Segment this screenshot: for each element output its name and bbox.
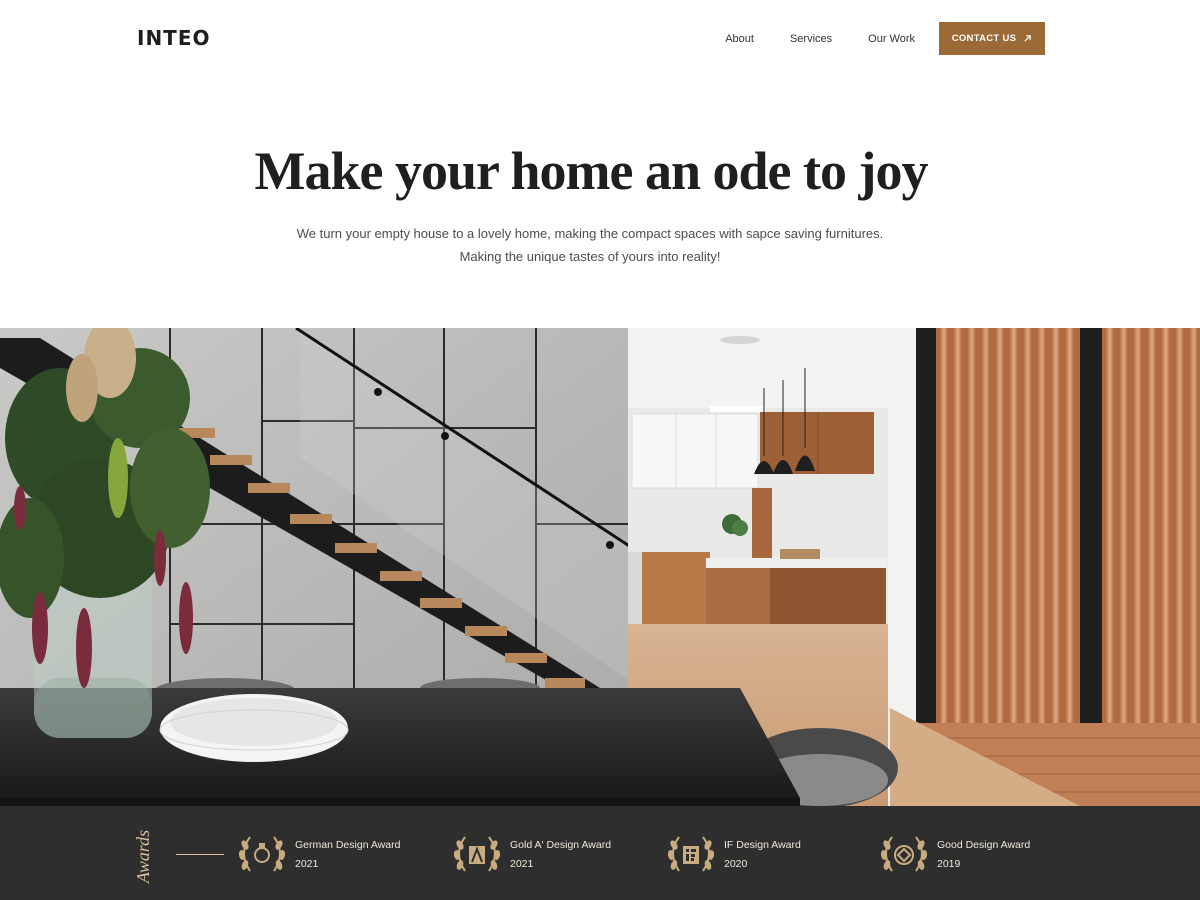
contact-us-label: CONTACT US — [951, 33, 1017, 44]
award-year: 2020 — [724, 857, 748, 870]
award-item-german-design: German Design Award 2021 — [236, 830, 400, 878]
award-item-a-design: Gold A' Design Award 2021 — [451, 830, 611, 878]
nav-link-about[interactable]: About — [725, 33, 754, 45]
main-nav: About Services Our Work CONTACT US — [725, 22, 1045, 55]
awards-divider — [176, 854, 224, 855]
nav-link-our-work[interactable]: Our Work — [868, 33, 915, 45]
hero-interior-image — [0, 328, 1200, 806]
award-year: 2021 — [510, 857, 534, 870]
award-item-good-design: Good Design Award 2019 — [878, 830, 1030, 878]
arrow-up-right-icon — [1024, 35, 1032, 42]
hero-subtitle: We turn your empty house to a lovely hom… — [0, 222, 1190, 268]
award-name: IF Design Award — [724, 838, 801, 851]
hero-title: Make your home an ode to joy — [254, 141, 929, 201]
site-header: INTEO About Services Our Work CONTACT US — [0, 0, 1200, 78]
german-design-award-icon — [238, 836, 286, 872]
brand-logo[interactable]: INTEO — [137, 26, 211, 50]
award-year: 2021 — [295, 857, 319, 870]
if-design-award-icon — [667, 836, 715, 872]
award-name: Good Design Award — [937, 838, 1031, 851]
good-design-award-icon — [880, 836, 928, 872]
award-year: 2019 — [937, 857, 961, 870]
award-name: Gold A' Design Award — [510, 838, 612, 851]
hero-subtitle-line-2: Making the unique tastes of yours into r… — [459, 249, 721, 264]
award-name: German Design Award — [295, 838, 401, 851]
nav-link-services[interactable]: Services — [790, 33, 832, 45]
awards-heading: Awards — [133, 829, 154, 884]
a-design-award-icon — [453, 836, 501, 872]
contact-us-button[interactable]: CONTACT US — [939, 22, 1045, 55]
hero-subtitle-line-1: We turn your empty house to a lovely hom… — [296, 226, 884, 241]
award-item-if-design: IF Design Award 2020 — [665, 830, 801, 878]
awards-bar: Awards German Design Award 2021 Gold A' … — [0, 806, 1200, 900]
awards-heading-wrap: Awards — [133, 826, 161, 884]
